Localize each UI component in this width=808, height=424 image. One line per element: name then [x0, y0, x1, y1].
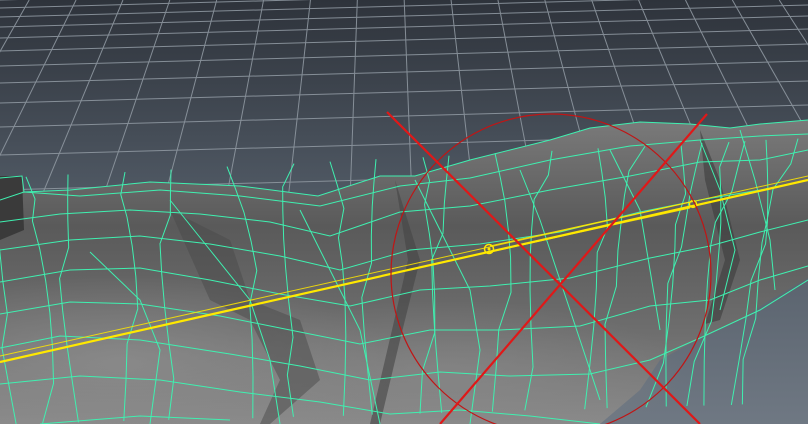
3d-viewport[interactable] — [0, 0, 808, 424]
viewport-canvas[interactable] — [0, 0, 808, 424]
